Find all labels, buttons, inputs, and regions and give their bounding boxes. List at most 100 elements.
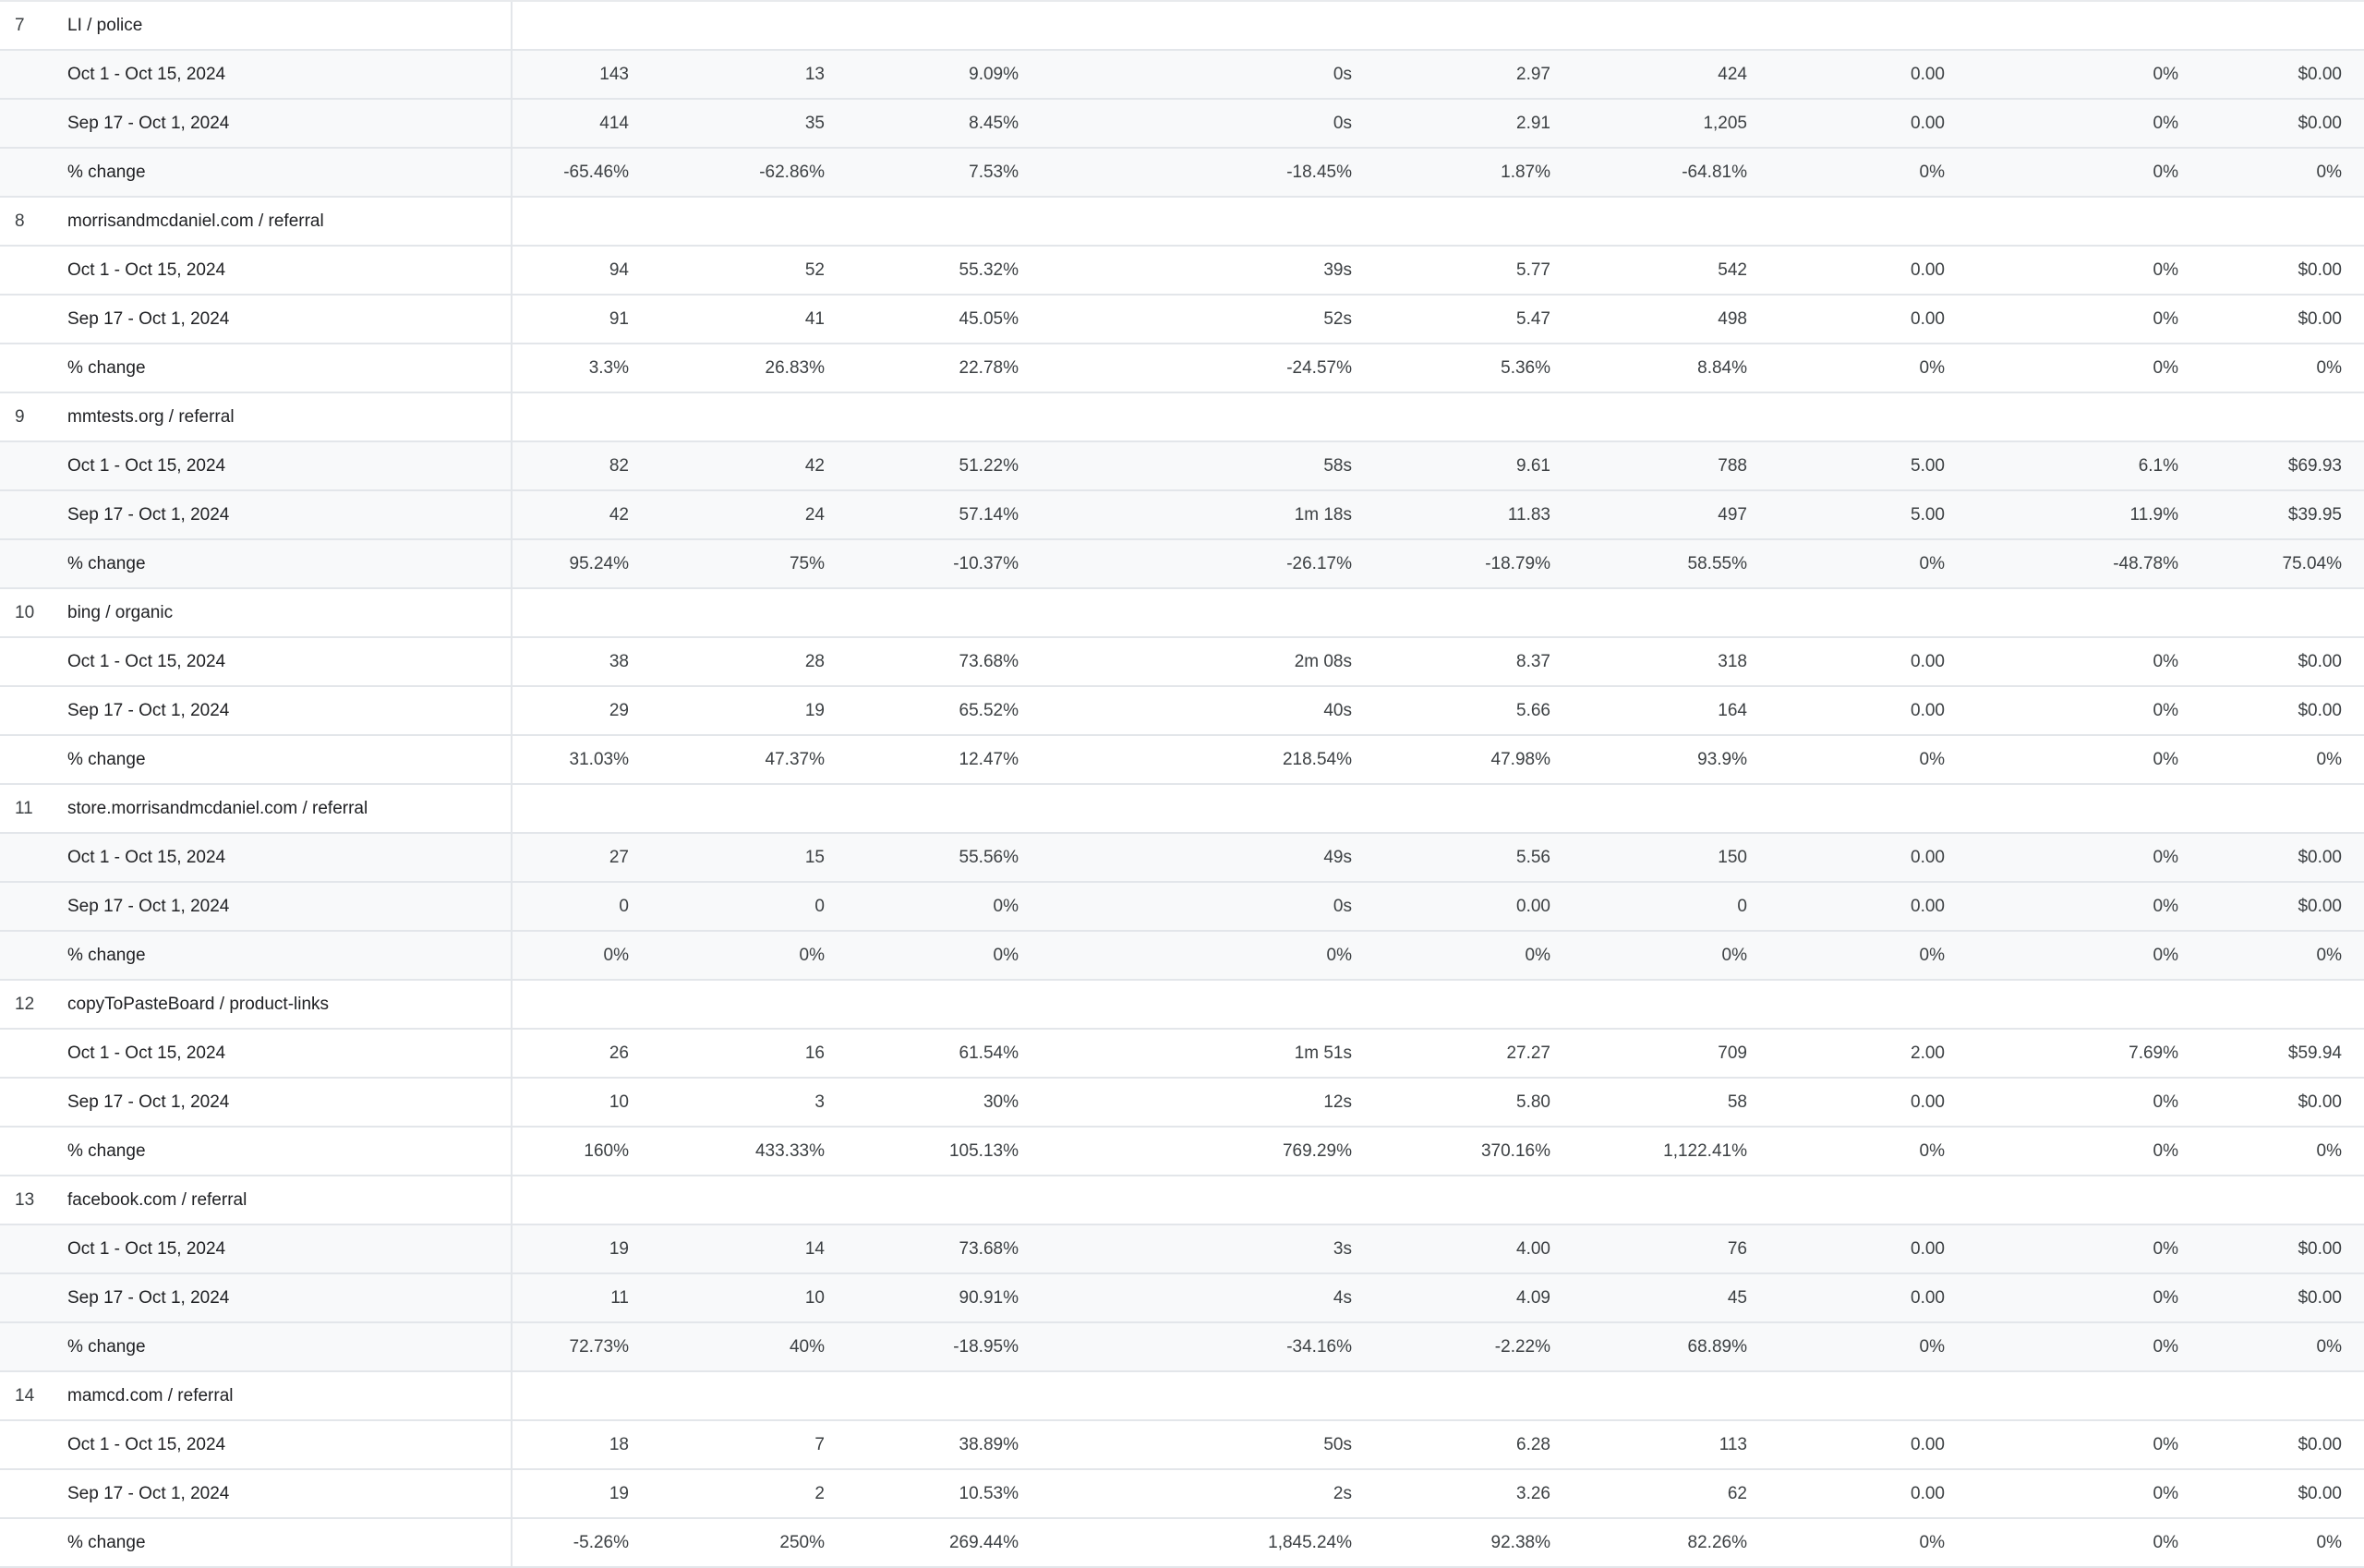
metric-cell: 0% (2316, 1337, 2342, 1357)
table-group-row[interactable]: 7 LI / police (0, 2, 2364, 51)
table-row[interactable]: Oct 1 - Oct 15, 2024 19 14 73.68% 3s 4.00 76 0.… (0, 1225, 2364, 1274)
metric-cell: 9.09% (969, 65, 1019, 84)
metric-cell: 61.54% (959, 1043, 1019, 1063)
metric-cell: 57.14% (959, 505, 1019, 525)
metric-cell: 9.61 (1516, 456, 1550, 476)
metric-cell: 49s (1323, 848, 1352, 867)
table-row[interactable]: Oct 1 - Oct 15, 2024 94 52 55.32% 39s 5.77 542… (0, 247, 2364, 296)
metric-cell: 2.97 (1516, 65, 1550, 84)
metric-cell: 4.00 (1516, 1239, 1550, 1259)
metric-cell: 769.29% (1282, 1141, 1352, 1161)
metric-cell: 0s (1333, 897, 1352, 916)
metric-cell: 0% (2153, 701, 2178, 720)
date-range-label: Sep 17 - Oct 1, 2024 (67, 701, 230, 720)
metric-cell: -26.17% (1286, 554, 1352, 573)
metric-cell: 709 (1718, 1043, 1747, 1063)
table-row[interactable]: Sep 17 - Oct 1, 2024 0 0 0% 0s 0.00 0 0.00 0% $0.… (0, 883, 2364, 932)
metric-cell: 1m 18s (1294, 505, 1352, 525)
metric-cell: $69.93 (2287, 456, 2342, 476)
table-row[interactable]: % change 3.3% 26.83% 22.78% -24.57% 5.36% 8.84… (0, 344, 2364, 393)
metric-cell: 40s (1323, 701, 1352, 720)
metric-cell: 7.53% (969, 163, 1019, 182)
metric-cell: 1,845.24% (1268, 1533, 1352, 1552)
metric-cell: $0.00 (2298, 848, 2342, 867)
table-group-row[interactable]: 12 copyToPasteBoard / product-links (0, 981, 2364, 1030)
metric-cell: 51.22% (959, 456, 1019, 476)
table-row[interactable]: Sep 17 - Oct 1, 2024 91 41 45.05% 52s 5.47 498… (0, 296, 2364, 344)
metric-cell: 29 (609, 701, 629, 720)
metric-cell: 0% (2153, 65, 2178, 84)
table-row[interactable]: % change -5.26% 250% 269.44% 1,845.24% 92.38%… (0, 1519, 2364, 1568)
metric-cell: 0.00 (1911, 848, 1945, 867)
date-range-label: % change (67, 750, 146, 769)
metric-cell: 2.91 (1516, 114, 1550, 133)
table-row[interactable]: % change 0% 0% 0% 0% 0% 0% 0% 0% 0% (0, 932, 2364, 981)
metric-cell: $0.00 (2298, 309, 2342, 329)
metric-cell: 0.00 (1911, 1239, 1945, 1259)
metric-cell: 8.37 (1516, 652, 1550, 671)
metric-cell: 0% (603, 946, 629, 965)
metric-cell: 0% (2153, 1288, 2178, 1308)
metric-cell: -65.46% (563, 163, 629, 182)
metric-cell: 0.00 (1911, 1288, 1945, 1308)
table-row[interactable]: Oct 1 - Oct 15, 2024 82 42 51.22% 58s 9.61 788… (0, 442, 2364, 491)
metric-cell: 424 (1718, 65, 1747, 84)
table-group-row[interactable]: 14 mamcd.com / referral (0, 1372, 2364, 1421)
table-row[interactable]: Oct 1 - Oct 15, 2024 143 13 9.09% 0s 2.97 424 0… (0, 51, 2364, 100)
metric-cell: 22.78% (959, 358, 1019, 378)
metric-cell: $59.94 (2287, 1043, 2342, 1063)
date-range-label: Sep 17 - Oct 1, 2024 (67, 1484, 230, 1503)
table-row[interactable]: Oct 1 - Oct 15, 2024 27 15 55.56% 49s 5.56 150… (0, 834, 2364, 883)
metric-cell: 58s (1323, 456, 1352, 476)
date-range-label: Sep 17 - Oct 1, 2024 (67, 505, 230, 525)
table-group-row[interactable]: 8 morrisandmcdaniel.com / referral (0, 198, 2364, 247)
metric-cell: 62 (1727, 1484, 1747, 1503)
table-row[interactable]: % change 160% 433.33% 105.13% 769.29% 370.16%… (0, 1128, 2364, 1176)
table-row[interactable]: Sep 17 - Oct 1, 2024 19 2 10.53% 2s 3.26 62 0.0… (0, 1470, 2364, 1519)
metric-cell: 0% (1721, 946, 1747, 965)
metric-cell: 0.00 (1911, 701, 1945, 720)
table-row[interactable]: Oct 1 - Oct 15, 2024 38 28 73.68% 2m 08s 8.37… (0, 638, 2364, 687)
column-divider (511, 198, 513, 245)
table-row[interactable]: Oct 1 - Oct 15, 2024 26 16 61.54% 1m 51s 27.2… (0, 1030, 2364, 1079)
metric-cell: 0% (2153, 1092, 2178, 1112)
table-group-row[interactable]: 11 store.morrisandmcdaniel.com / referral (0, 785, 2364, 834)
table-group-row[interactable]: 10 bing / organic (0, 589, 2364, 638)
table-row[interactable]: Sep 17 - Oct 1, 2024 11 10 90.91% 4s 4.09 45 0.… (0, 1274, 2364, 1323)
table-row[interactable]: % change -65.46% -62.86% 7.53% -18.45% 1.87% -… (0, 149, 2364, 198)
metric-cell: 105.13% (948, 1141, 1019, 1161)
table-group-row[interactable]: 9 mmtests.org / referral (0, 393, 2364, 442)
metric-cell: -10.37% (953, 554, 1019, 573)
table-row[interactable]: Sep 17 - Oct 1, 2024 29 19 65.52% 40s 5.66 164… (0, 687, 2364, 736)
date-range-label: Oct 1 - Oct 15, 2024 (67, 1043, 226, 1063)
date-range-label: Oct 1 - Oct 15, 2024 (67, 65, 226, 84)
metric-cell: $0.00 (2298, 1288, 2342, 1308)
metric-cell: 5.56 (1516, 848, 1550, 867)
source-medium-label: facebook.com / referral (67, 1190, 247, 1210)
metric-cell: 0.00 (1911, 1092, 1945, 1112)
metric-cell: 12.47% (959, 750, 1019, 769)
column-divider (511, 1128, 513, 1175)
metric-cell: 0% (2153, 897, 2178, 916)
table-row[interactable]: Sep 17 - Oct 1, 2024 10 3 30% 12s 5.80 58 0.00 0… (0, 1079, 2364, 1128)
metric-cell: 50s (1323, 1435, 1352, 1454)
date-range-label: Oct 1 - Oct 15, 2024 (67, 1435, 226, 1454)
metric-cell: 38 (609, 652, 629, 671)
metric-cell: 19 (609, 1484, 629, 1503)
table-row[interactable]: % change 72.73% 40% -18.95% -34.16% -2.22% 68.… (0, 1323, 2364, 1372)
metric-cell: 94 (609, 260, 629, 280)
column-divider (511, 687, 513, 734)
table-row[interactable]: % change 95.24% 75% -10.37% -26.17% -18.79% 58… (0, 540, 2364, 589)
table-row[interactable]: Oct 1 - Oct 15, 2024 18 7 38.89% 50s 6.28 113 0… (0, 1421, 2364, 1470)
table-row[interactable]: % change 31.03% 47.37% 12.47% 218.54% 47.98% 9… (0, 736, 2364, 785)
metric-cell: 19 (609, 1239, 629, 1259)
table-group-row[interactable]: 13 facebook.com / referral (0, 1176, 2364, 1225)
metric-cell: 0.00 (1911, 1484, 1945, 1503)
metric-cell: 47.98% (1490, 750, 1550, 769)
table-row[interactable]: Sep 17 - Oct 1, 2024 42 24 57.14% 1m 18s 11.8… (0, 491, 2364, 540)
metric-cell: 0% (2153, 358, 2178, 378)
metric-cell: 6.1% (2138, 456, 2178, 476)
column-divider (511, 1470, 513, 1517)
table-row[interactable]: Sep 17 - Oct 1, 2024 414 35 8.45% 0s 2.91 1,20… (0, 100, 2364, 149)
metric-cell: 0.00 (1911, 309, 1945, 329)
